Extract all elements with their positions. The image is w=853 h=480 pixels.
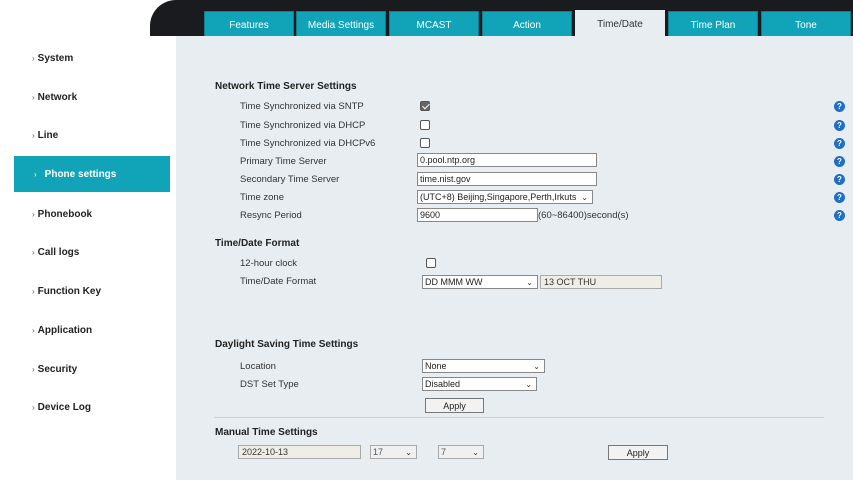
dst-title: Daylight Saving Time Settings bbox=[215, 339, 359, 350]
sidebar-item-label: Application bbox=[37, 324, 93, 336]
dhcpv6-checkbox[interactable] bbox=[420, 138, 430, 148]
help-icon[interactable]: ? bbox=[834, 101, 845, 112]
sidebar-item-label: System bbox=[37, 52, 74, 64]
primary-server-input[interactable]: 0.pool.ntp.org bbox=[417, 153, 597, 167]
manual-minute-select[interactable]: 7 ⌄ bbox=[438, 445, 484, 459]
tab-time-plan[interactable]: Time Plan bbox=[668, 11, 758, 38]
help-icon[interactable]: ? bbox=[834, 120, 845, 131]
sidebar-item-label: Phonebook bbox=[37, 208, 93, 220]
chevron-right-icon: › bbox=[32, 247, 35, 257]
manual-minute-value: 7 bbox=[441, 447, 447, 457]
resync-range-label: (60~86400)second(s) bbox=[538, 210, 629, 221]
location-value: None bbox=[425, 361, 447, 371]
chevron-down-icon: ⌄ bbox=[472, 448, 479, 457]
chevron-down-icon: ⌄ bbox=[525, 380, 532, 389]
sidebar-item-label: Security bbox=[37, 363, 78, 375]
chevron-right-icon: › bbox=[32, 53, 35, 63]
manual-hour-select[interactable]: 17 ⌄ bbox=[370, 445, 417, 459]
help-icon[interactable]: ? bbox=[834, 192, 845, 203]
tab-mcast[interactable]: MCAST bbox=[389, 11, 479, 38]
dhcp-label: Time Synchronized via DHCP bbox=[240, 120, 366, 131]
content-panel: Network Time Server Settings Time Synchr… bbox=[176, 36, 853, 480]
timezone-select[interactable]: (UTC+8) Beijing,Singapore,Perth,Irkuts ⌄ bbox=[417, 190, 593, 204]
secondary-server-input[interactable]: time.nist.gov bbox=[417, 172, 597, 186]
help-icon[interactable]: ? bbox=[834, 156, 845, 167]
chevron-right-icon: › bbox=[32, 325, 35, 335]
resync-label: Resync Period bbox=[240, 210, 302, 221]
sidebar: › System › Network › Line › Phone settin… bbox=[0, 0, 176, 480]
tab-tone[interactable]: Tone bbox=[761, 11, 851, 38]
timezone-value: (UTC+8) Beijing,Singapore,Perth,Irkuts bbox=[420, 192, 577, 202]
sntp-checkbox[interactable] bbox=[420, 101, 430, 111]
sidebar-item-label: Device Log bbox=[37, 401, 92, 413]
chevron-right-icon: › bbox=[32, 286, 35, 296]
sntp-label: Time Synchronized via SNTP bbox=[240, 101, 364, 112]
manual-date-input[interactable]: 2022-10-13 bbox=[238, 445, 361, 459]
sidebar-item-system[interactable]: › System bbox=[14, 40, 170, 76]
clock12-label: 12-hour clock bbox=[240, 258, 298, 269]
sidebar-item-call-logs[interactable]: › Call logs bbox=[14, 234, 170, 270]
chevron-down-icon: ⌄ bbox=[581, 193, 588, 202]
time-format-title: Time/Date Format bbox=[215, 238, 300, 249]
chevron-right-icon: › bbox=[32, 92, 35, 102]
help-icon[interactable]: ? bbox=[834, 174, 845, 185]
timezone-label: Time zone bbox=[240, 192, 284, 203]
dst-type-value: Disabled bbox=[425, 379, 461, 389]
secondary-server-label: Secondary Time Server bbox=[240, 174, 340, 185]
format-select[interactable]: DD MMM WW ⌄ bbox=[422, 275, 538, 289]
tab-features[interactable]: Features bbox=[204, 11, 294, 38]
chevron-right-icon: › bbox=[32, 209, 35, 219]
manual-title: Manual Time Settings bbox=[215, 427, 318, 438]
tab-media-settings[interactable]: Media Settings bbox=[296, 11, 386, 38]
chevron-down-icon: ⌄ bbox=[405, 448, 412, 457]
manual-apply-button[interactable]: Apply bbox=[608, 445, 668, 460]
location-select[interactable]: None ⌄ bbox=[422, 359, 545, 373]
sidebar-item-security[interactable]: › Security bbox=[14, 351, 170, 387]
help-icon[interactable]: ? bbox=[834, 138, 845, 149]
dhcp-checkbox[interactable] bbox=[420, 120, 430, 130]
help-icon[interactable]: ? bbox=[834, 210, 845, 221]
sidebar-item-application[interactable]: › Application bbox=[14, 312, 170, 348]
sidebar-item-label: Network bbox=[37, 91, 78, 103]
sidebar-item-function-key[interactable]: › Function Key bbox=[14, 273, 170, 309]
dst-type-label: DST Set Type bbox=[240, 379, 299, 390]
resync-input[interactable]: 9600 bbox=[417, 208, 538, 222]
tab-time-date[interactable]: Time/Date bbox=[575, 10, 665, 38]
clock12-checkbox[interactable] bbox=[426, 258, 436, 268]
sidebar-item-device-log[interactable]: › Device Log bbox=[14, 389, 170, 425]
chevron-down-icon: ⌄ bbox=[533, 362, 540, 371]
manual-hour-value: 17 bbox=[373, 447, 384, 457]
primary-server-label: Primary Time Server bbox=[240, 156, 327, 167]
chevron-right-icon: › bbox=[34, 169, 37, 179]
dst-type-select[interactable]: Disabled ⌄ bbox=[422, 377, 537, 391]
sidebar-item-phone-settings[interactable]: › Phone settings bbox=[14, 156, 170, 192]
sidebar-item-label: Phone settings bbox=[44, 168, 117, 180]
location-label: Location bbox=[240, 361, 276, 372]
format-value: DD MMM WW bbox=[425, 277, 483, 287]
divider bbox=[214, 417, 824, 418]
dst-apply-button[interactable]: Apply bbox=[425, 398, 484, 413]
format-preview: 13 OCT THU bbox=[540, 275, 662, 289]
tab-action[interactable]: Action bbox=[482, 11, 572, 38]
sidebar-item-label: Function Key bbox=[37, 285, 102, 297]
chevron-right-icon: › bbox=[32, 130, 35, 140]
sidebar-item-network[interactable]: › Network bbox=[14, 79, 170, 115]
chevron-right-icon: › bbox=[32, 364, 35, 374]
sidebar-item-line[interactable]: › Line bbox=[14, 117, 170, 153]
dhcpv6-label: Time Synchronized via DHCPv6 bbox=[240, 138, 376, 149]
sidebar-item-phonebook[interactable]: › Phonebook bbox=[14, 196, 170, 232]
chevron-right-icon: › bbox=[32, 402, 35, 412]
sidebar-item-label: Line bbox=[37, 129, 59, 141]
network-time-title: Network Time Server Settings bbox=[215, 81, 357, 92]
sidebar-item-label: Call logs bbox=[37, 246, 80, 258]
chevron-down-icon: ⌄ bbox=[526, 278, 533, 287]
format-label: Time/Date Format bbox=[240, 276, 317, 287]
